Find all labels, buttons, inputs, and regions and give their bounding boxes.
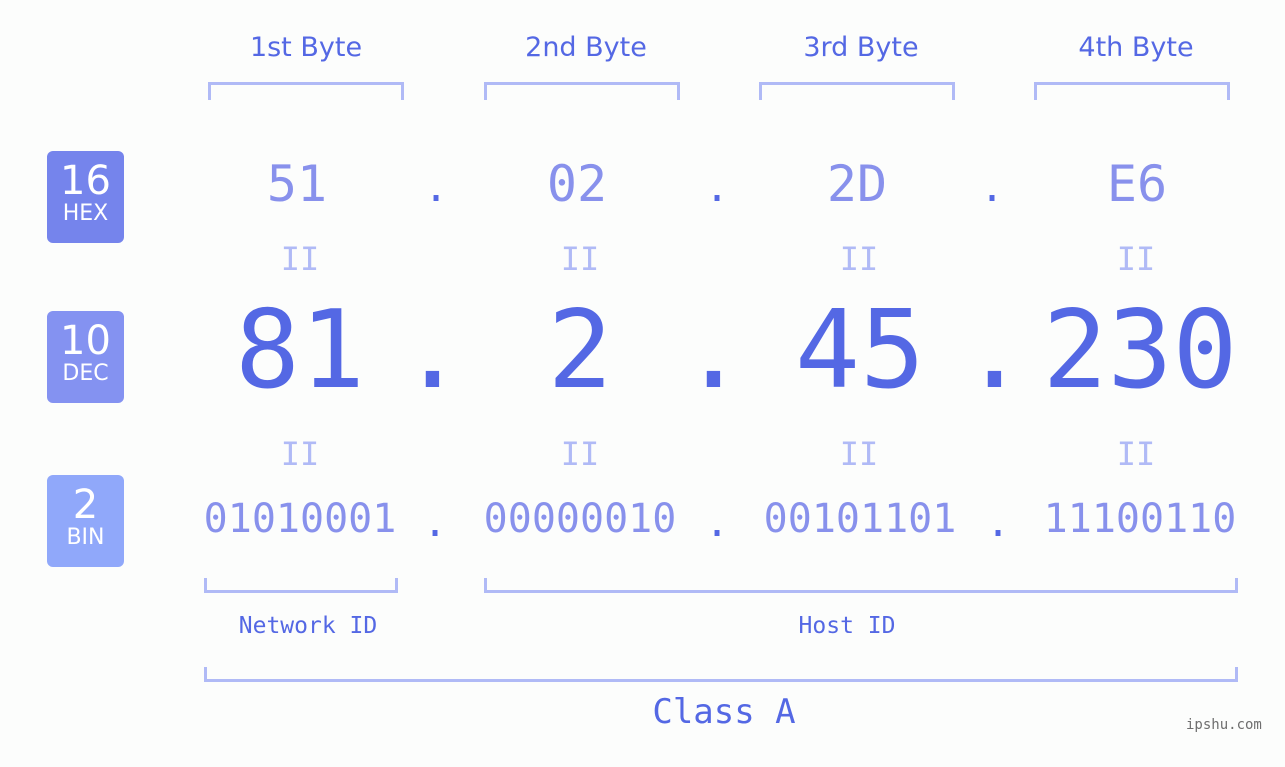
hex-badge-label: HEX [62,201,109,226]
dec-badge: 10 DEC [47,311,124,403]
dec-badge-label: DEC [62,361,109,386]
host-id-bracket [484,578,1238,593]
hex-badge: 16 HEX [47,151,124,243]
byte-label-1: 1st Byte [249,32,363,63]
byte-bracket-2 [484,82,680,100]
bin-separator: . [986,500,1011,546]
dec-separator: . [400,288,466,413]
equals-sign: II [560,435,600,473]
bin-badge: 2 BIN [47,475,124,567]
bin-byte-1: 01010001 [203,496,397,542]
hex-badge-base: 16 [60,158,111,204]
byte-bracket-1 [208,82,404,100]
network-id-label: Network ID [238,613,378,639]
dec-byte-1: 81 [234,288,366,413]
network-id-bracket [204,578,398,593]
hex-separator: . [980,165,1005,211]
dec-separator: . [681,288,747,413]
byte-label-3: 3rd Byte [803,32,919,63]
dec-byte-2: 2 [547,288,613,413]
equals-sign: II [839,240,879,278]
bin-separator: . [423,500,448,546]
equals-sign: II [560,240,600,278]
bin-separator: . [705,500,730,546]
bin-badge-base: 2 [72,482,99,528]
byte-label-4: 4th Byte [1078,32,1194,63]
watermark: ipshu.com [1186,717,1262,733]
dec-byte-3: 45 [794,288,926,413]
dec-separator: . [962,288,1028,413]
hex-byte-1: 51 [266,155,328,213]
hex-separator: . [424,165,449,211]
hex-byte-3: 2D [826,155,888,213]
byte-label-2: 2nd Byte [525,32,647,63]
equals-sign: II [280,435,320,473]
dec-byte-4: 230 [1042,288,1238,413]
equals-sign: II [1116,240,1156,278]
bin-badge-label: BIN [66,525,105,550]
byte-bracket-4 [1034,82,1230,100]
byte-bracket-3 [759,82,955,100]
bin-byte-3: 00101101 [763,496,957,542]
equals-sign: II [280,240,320,278]
hex-separator: . [705,165,730,211]
class-bracket [204,667,1238,682]
class-label: Class A [652,692,796,732]
host-id-label: Host ID [798,613,896,639]
equals-sign: II [1116,435,1156,473]
equals-sign: II [839,435,879,473]
bin-byte-4: 11100110 [1043,496,1237,542]
dec-badge-base: 10 [60,318,111,364]
hex-byte-4: E6 [1106,155,1168,213]
bin-byte-2: 00000010 [483,496,677,542]
hex-byte-2: 02 [546,155,608,213]
